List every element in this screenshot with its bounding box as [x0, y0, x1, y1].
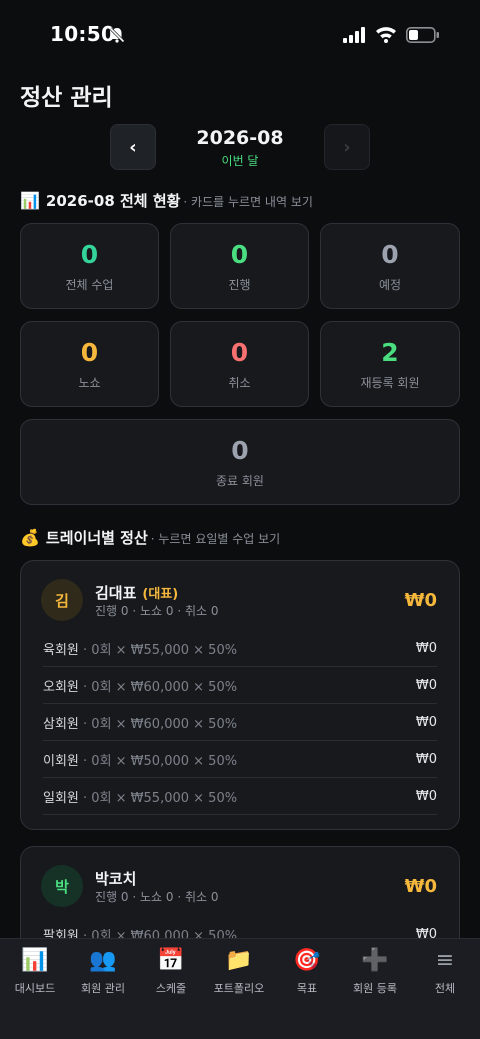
trainer-summary: 진행 0 · 노쇼 0 · 취소 0: [95, 604, 219, 618]
stat-label: 예정: [378, 277, 402, 292]
trainers-title: 트레이너별 정산: [45, 529, 148, 547]
trainer-name: 김대표 (대표): [95, 582, 178, 603]
stat-value: 0: [231, 435, 249, 465]
stat-value: 0: [230, 337, 249, 367]
member-amount: ₩0: [415, 788, 437, 804]
stat-in-progress[interactable]: 0 진행: [170, 223, 309, 309]
bottom-tab-bar: 📊 대시보드 👥 회원 관리 📅 스케줄 📁 포트폴리오 🎯 목표 ➕ 회원 등…: [0, 938, 480, 1039]
member-name: 오회원: [43, 679, 79, 695]
member-name: 삼회원: [43, 716, 79, 732]
stat-label: 노쇼: [78, 375, 101, 390]
member-detail: · 0회 × ₩55,000 × 50%: [83, 642, 238, 658]
stat-label: 진행: [228, 277, 251, 292]
tab-label: 전체: [434, 982, 456, 995]
trainers-hint: · 누르면 요일별 수업 보기: [150, 532, 281, 546]
money-bag-icon: 💰: [20, 528, 40, 547]
stat-label: 전체 수업: [65, 277, 114, 292]
stat-total-classes[interactable]: 0 전체 수업: [20, 223, 159, 309]
stat-value: 0: [230, 239, 249, 269]
stat-re-registered[interactable]: 2 재등록 회원: [320, 321, 460, 407]
stat-no-show[interactable]: 0 노쇼: [20, 321, 159, 407]
member-row: 육회원 · 0회 × ₩55,000 × 50% ₩0: [43, 630, 437, 667]
trainers-header: 💰 트레이너별 정산 · 누르면 요일별 수업 보기: [20, 527, 280, 548]
wifi-icon: [376, 27, 396, 43]
tab-members[interactable]: 👥 회원 관리: [69, 947, 137, 996]
tab-label: 목표: [296, 982, 318, 995]
status-bar: 10:50: [0, 0, 480, 70]
member-detail: · 0회 × ₩50,000 × 50%: [83, 753, 238, 769]
member-amount: ₩0: [415, 677, 437, 693]
stat-label: 재등록 회원: [360, 375, 420, 390]
overview-title: 2026-08 전체 현황: [45, 192, 181, 210]
stat-value: 0: [80, 337, 99, 367]
member-amount: ₩0: [415, 640, 437, 656]
tab-label: 대시보드: [14, 982, 56, 995]
member-row: 일회원 · 0회 × ₩55,000 × 50% ₩0: [43, 778, 437, 815]
member-row: 삼회원 · 0회 × ₩60,000 × 50% ₩0: [43, 704, 437, 741]
stat-ended-members[interactable]: 0 종료 회원: [20, 419, 460, 505]
member-detail: · 0회 × ₩60,000 × 50%: [83, 716, 238, 732]
bell-muted-icon: [109, 27, 125, 43]
tab-goals[interactable]: 🎯 목표: [273, 947, 341, 996]
battery-icon: [406, 27, 439, 43]
member-row: 이회원 · 0회 × ₩50,000 × 50% ₩0: [43, 741, 437, 778]
status-time: 10:50: [50, 22, 116, 46]
prev-month-button[interactable]: ‹: [110, 124, 156, 170]
stat-scheduled[interactable]: 0 예정: [320, 223, 460, 309]
menu-icon: ≡: [435, 948, 455, 973]
trainer-total: ₩0: [404, 876, 437, 897]
next-month-button[interactable]: ›: [324, 124, 370, 170]
tab-label: 스케줄: [155, 982, 187, 995]
tab-label: 포트폴리오: [213, 982, 265, 995]
tab-register-member[interactable]: ➕ 회원 등록: [341, 947, 409, 996]
overview-hint: · 카드를 누르면 내역 보기: [183, 195, 313, 209]
tab-label: 회원 등록: [353, 982, 397, 995]
trainer-name-text: 김대표: [95, 584, 137, 602]
plus-icon: ➕: [361, 948, 389, 973]
member-name: 육회원: [43, 642, 79, 658]
avatar: 김: [41, 579, 83, 621]
signal-icon: [343, 27, 365, 43]
calendar-icon: 📅: [157, 948, 185, 973]
folder-icon: 📁: [225, 948, 253, 973]
stat-label: 취소: [228, 375, 251, 390]
trainer-name: 박코치: [95, 868, 136, 889]
member-detail: · 0회 × ₩55,000 × 50%: [83, 790, 238, 806]
tab-schedule[interactable]: 📅 스케줄: [137, 947, 205, 996]
tab-portfolio[interactable]: 📁 포트폴리오: [205, 947, 273, 996]
trainer-summary: 진행 0 · 노쇼 0 · 취소 0: [95, 890, 219, 904]
stat-cancelled[interactable]: 0 취소: [170, 321, 309, 407]
owner-badge: (대표): [142, 587, 179, 602]
stat-value: 0: [381, 239, 399, 269]
trainer-card[interactable]: 김 김대표 (대표) 진행 0 · 노쇼 0 · 취소 0 ₩0 육회원 · 0회…: [20, 560, 460, 830]
member-detail: · 0회 × ₩60,000 × 50%: [83, 679, 238, 695]
member-name: 이회원: [43, 753, 79, 769]
member-amount: ₩0: [415, 751, 437, 767]
users-icon: 👥: [89, 948, 117, 973]
trainer-name-text: 박코치: [95, 870, 137, 888]
stat-label: 종료 회원: [216, 473, 264, 488]
overview-header: 📊 2026-08 전체 현황 · 카드를 누르면 내역 보기: [20, 190, 313, 211]
bar-chart-icon: 📊: [20, 191, 40, 210]
tab-all[interactable]: ≡ 전체: [411, 947, 479, 996]
stat-value: 2: [381, 337, 399, 367]
tab-label: 회원 관리: [81, 982, 125, 995]
tab-dashboard[interactable]: 📊 대시보드: [1, 947, 69, 996]
page-title: 정산 관리: [20, 85, 113, 111]
target-icon: 🎯: [293, 948, 321, 973]
current-month-label: 이번 달: [221, 154, 259, 168]
member-amount: ₩0: [415, 714, 437, 730]
stat-value: 0: [80, 239, 99, 269]
avatar: 박: [41, 865, 83, 907]
member-name: 일회원: [43, 790, 79, 806]
chart-icon: 📊: [21, 948, 49, 973]
current-month: 2026-08: [196, 127, 284, 149]
member-row: 오회원 · 0회 × ₩60,000 × 50% ₩0: [43, 667, 437, 704]
trainer-total: ₩0: [404, 590, 437, 611]
